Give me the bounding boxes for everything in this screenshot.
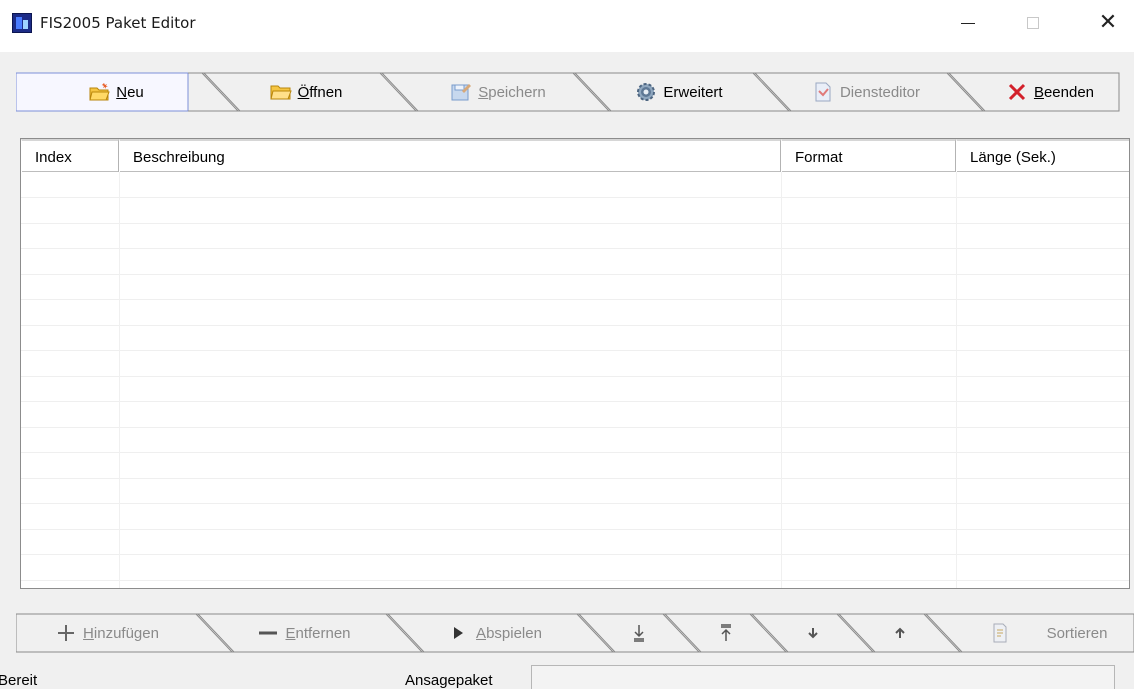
play-icon bbox=[448, 622, 470, 644]
table-body[interactable] bbox=[21, 172, 1129, 588]
move-to-bottom-icon bbox=[628, 622, 650, 644]
move-up-icon bbox=[889, 622, 911, 644]
maximize-icon bbox=[1027, 17, 1039, 29]
service-editor-button[interactable]: Diensteditor bbox=[796, 72, 936, 112]
main-toolbar: Neu Öffnen Speichern Erweitert Dienstedi… bbox=[16, 72, 1120, 112]
action-toolbar: Hinzufügen Entfernen Abspielen Sortieren bbox=[16, 613, 1134, 653]
column-header-description[interactable]: Beschreibung bbox=[119, 139, 781, 172]
package-table[interactable]: Index Beschreibung Format Länge (Sek.) bbox=[20, 138, 1130, 589]
exit-button[interactable]: Beenden bbox=[982, 72, 1118, 112]
minimize-icon bbox=[961, 22, 975, 24]
close-icon bbox=[1006, 81, 1028, 103]
close-icon: ✕ bbox=[1098, 10, 1118, 35]
title-bar: FIS2005 Paket Editor ✕ bbox=[0, 0, 1134, 52]
column-header-format[interactable]: Format bbox=[781, 139, 956, 172]
open-button-label: Öffnen bbox=[297, 83, 343, 101]
app-icon bbox=[12, 13, 32, 33]
advanced-button-label: Erweitert bbox=[663, 83, 723, 101]
remove-button-label: Entfernen bbox=[285, 624, 351, 642]
open-button[interactable]: Öffnen bbox=[246, 72, 366, 112]
column-header-index[interactable]: Index bbox=[21, 139, 119, 172]
remove-button[interactable]: Entfernen bbox=[224, 613, 384, 653]
move-to-bottom-button[interactable] bbox=[619, 613, 659, 653]
sort-icon bbox=[989, 622, 1011, 644]
exit-button-label: Beenden bbox=[1033, 83, 1095, 101]
document-icon bbox=[812, 81, 834, 103]
service-editor-button-label: Diensteditor bbox=[839, 83, 921, 101]
new-button-label: Neu bbox=[116, 83, 144, 101]
add-button-label: Hinzufügen bbox=[83, 624, 159, 642]
advanced-button[interactable]: Erweitert bbox=[614, 72, 744, 112]
column-header-length[interactable]: Länge (Sek.) bbox=[956, 139, 1129, 172]
sort-button[interactable]: Sortieren bbox=[968, 613, 1128, 653]
toolbar-tab-shapes bbox=[16, 72, 1120, 112]
window-title: FIS2005 Paket Editor bbox=[40, 14, 196, 32]
move-down-icon bbox=[802, 622, 824, 644]
package-label: Ansagepaket bbox=[405, 672, 493, 689]
move-down-button[interactable] bbox=[793, 613, 833, 653]
move-to-top-button[interactable] bbox=[706, 613, 746, 653]
save-button-label: Speichern bbox=[478, 83, 546, 101]
close-window-button[interactable]: ✕ bbox=[1085, 0, 1131, 46]
add-button[interactable]: Hinzufügen bbox=[22, 613, 192, 653]
minus-icon bbox=[257, 622, 279, 644]
gear-icon bbox=[635, 81, 657, 103]
status-bar: Bereit Ansagepaket bbox=[0, 660, 1134, 689]
move-up-button[interactable] bbox=[880, 613, 920, 653]
plus-icon bbox=[55, 622, 77, 644]
save-icon bbox=[450, 81, 472, 103]
sort-button-label: Sortieren bbox=[1046, 624, 1108, 642]
package-field bbox=[531, 665, 1115, 689]
play-button[interactable]: Abspielen bbox=[420, 613, 570, 653]
new-folder-icon bbox=[88, 81, 110, 103]
play-button-label: Abspielen bbox=[476, 624, 542, 642]
save-button[interactable]: Speichern bbox=[428, 72, 568, 112]
status-text: Bereit bbox=[0, 672, 38, 689]
minimize-button[interactable] bbox=[945, 0, 991, 46]
open-folder-icon bbox=[269, 81, 292, 103]
maximize-button[interactable] bbox=[1010, 0, 1056, 46]
new-button[interactable]: Neu bbox=[56, 72, 176, 112]
move-to-top-icon bbox=[715, 622, 737, 644]
table-header: Index Beschreibung Format Länge (Sek.) bbox=[21, 139, 1129, 172]
